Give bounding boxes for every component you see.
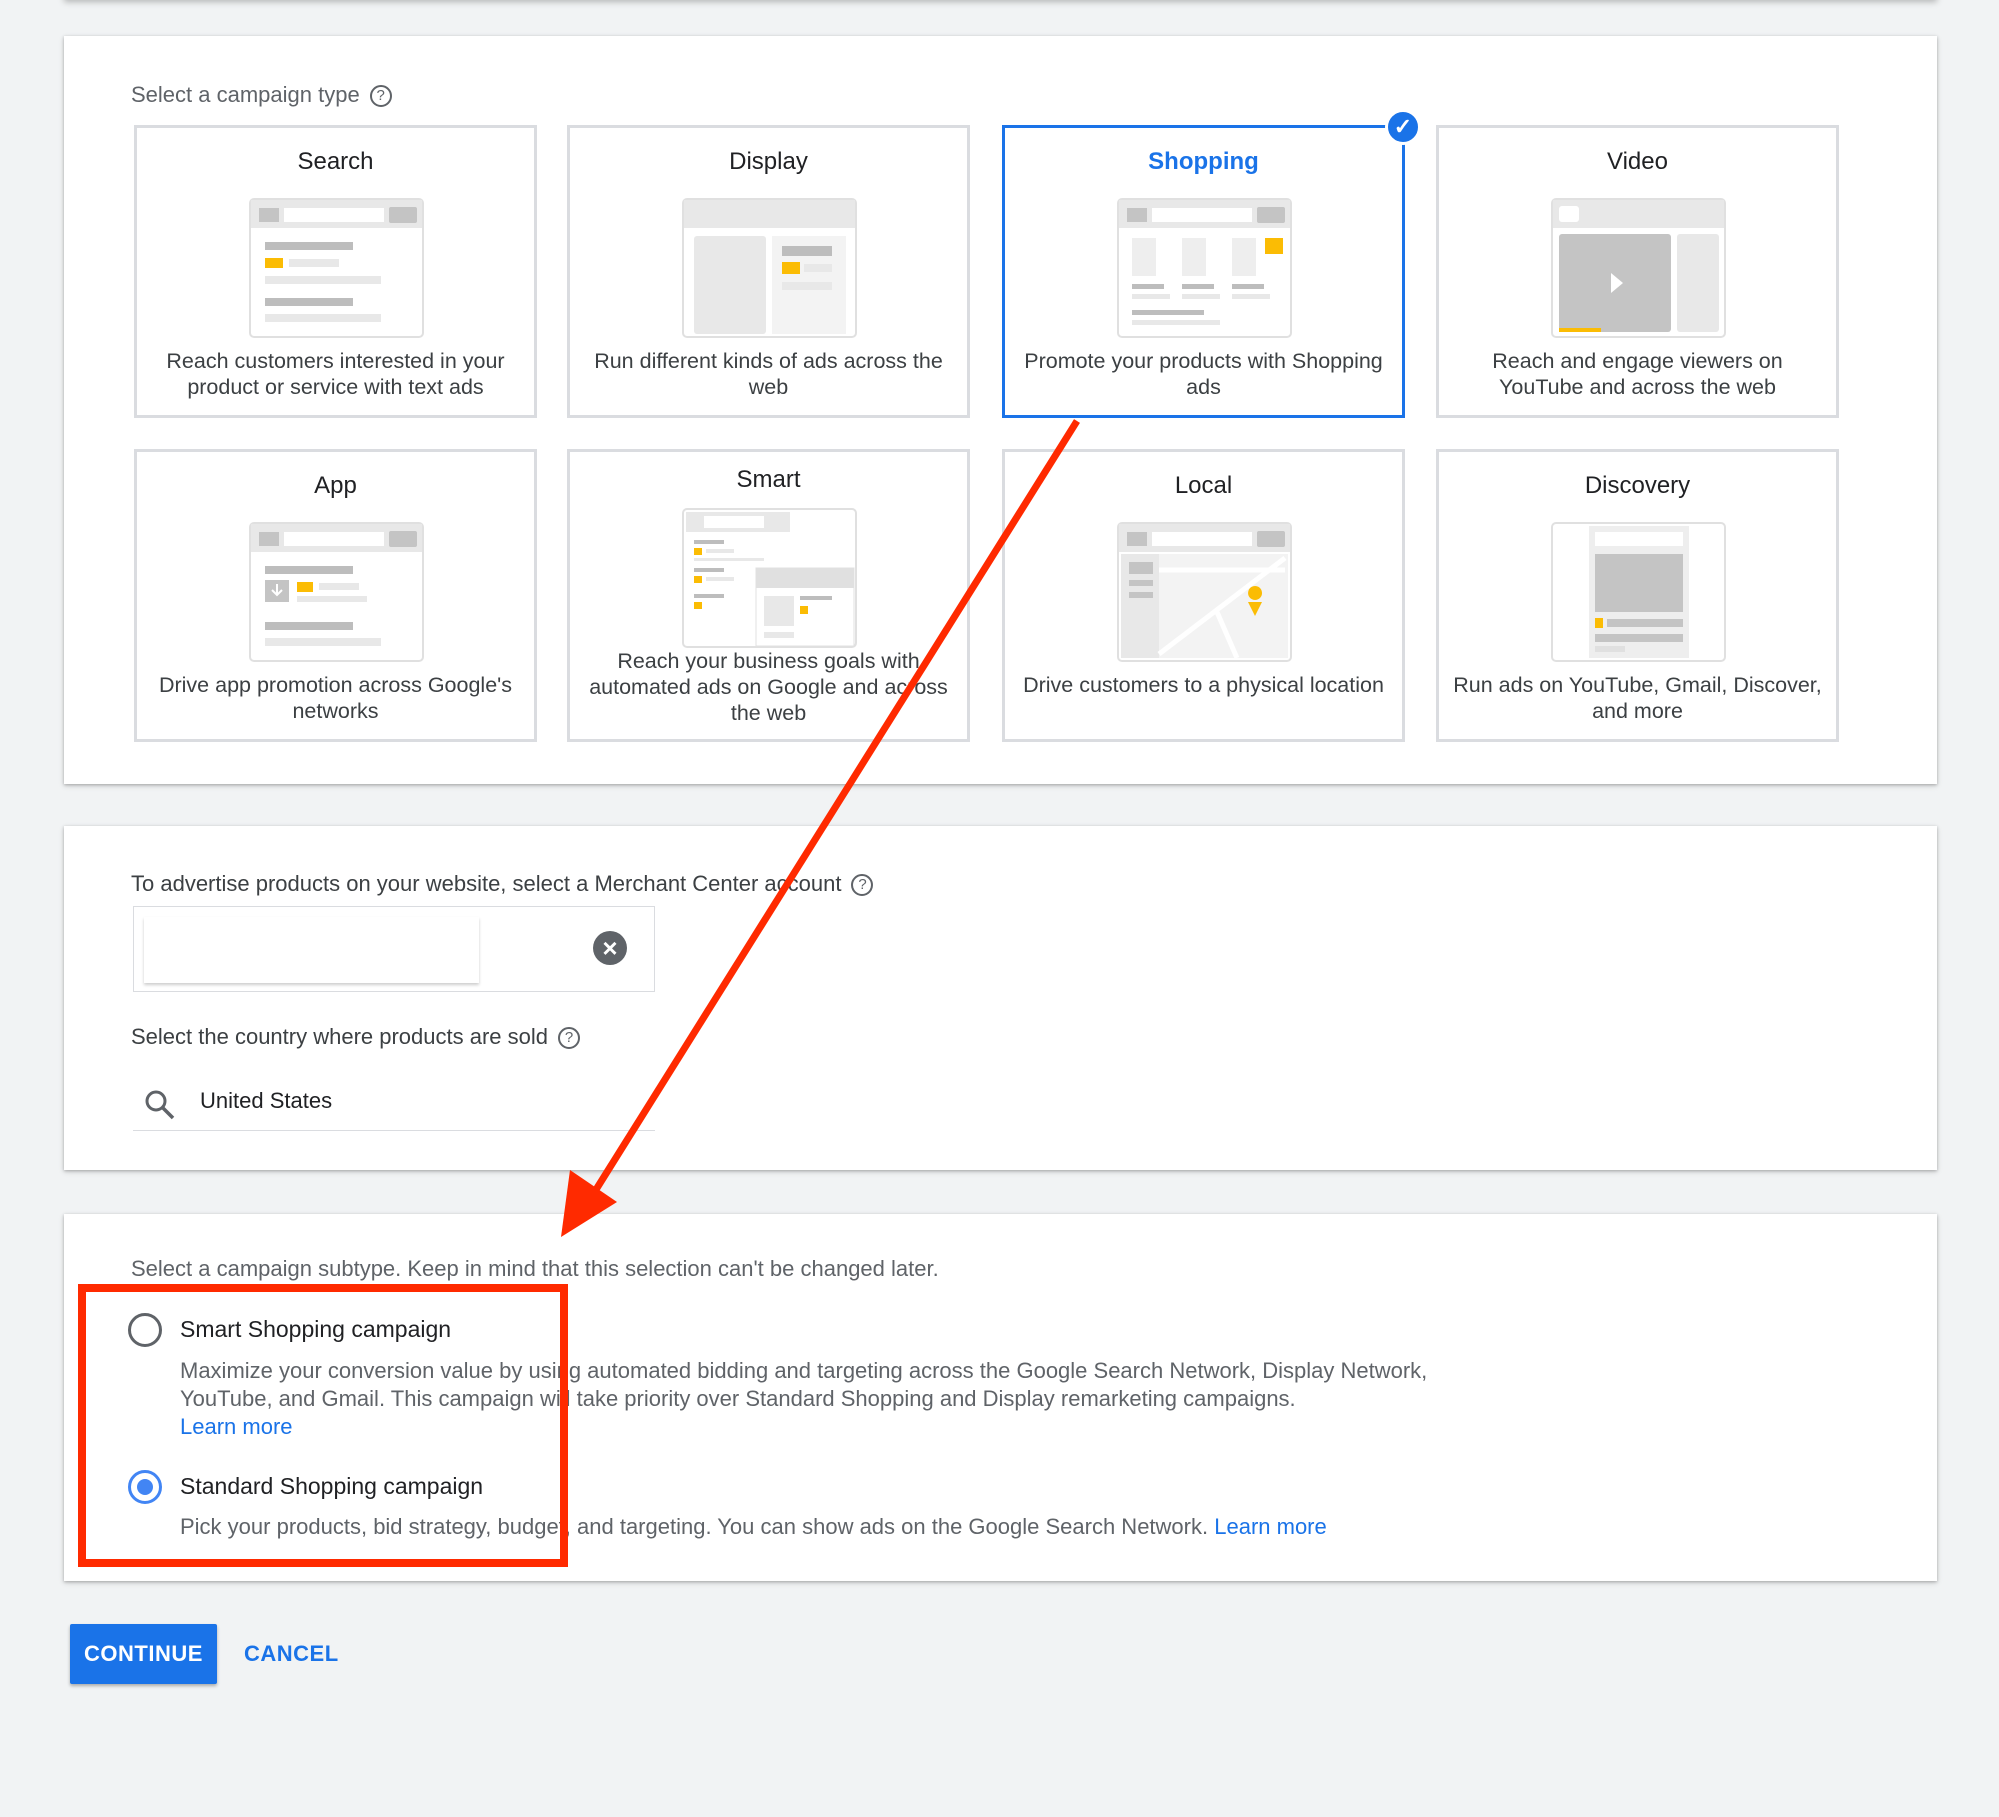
video-ad-illustration-icon: [1551, 198, 1726, 338]
search-ad-illustration-icon: [249, 198, 424, 338]
clear-icon[interactable]: ×: [593, 931, 627, 965]
selected-check-icon: ✓: [1385, 109, 1421, 145]
help-icon[interactable]: ?: [558, 1027, 581, 1049]
tile-description: Reach customers interested in your produ…: [166, 349, 505, 399]
merchant-account-select[interactable]: ×: [133, 906, 655, 992]
campaign-type-heading: Select a campaign type?: [131, 82, 392, 108]
tile-description: Promote your products with Shopping ads: [1024, 349, 1383, 399]
merchant-account-input[interactable]: [144, 917, 479, 983]
tile-description: Reach and engage viewers on YouTube and …: [1492, 349, 1783, 399]
tile-title: Video: [1607, 148, 1668, 175]
subtype-label: Select a campaign subtype. Keep in mind …: [131, 1256, 939, 1281]
tile-description: Drive app promotion across Google's netw…: [158, 673, 513, 723]
country-search-input[interactable]: United States: [133, 1080, 655, 1131]
help-icon[interactable]: ?: [851, 874, 874, 896]
search-icon: [145, 1090, 175, 1120]
continue-button[interactable]: CONTINUE: [70, 1624, 217, 1684]
tile-title: App: [314, 472, 357, 499]
tile-title: Discovery: [1584, 472, 1691, 499]
app-ad-illustration-icon: [249, 522, 424, 662]
display-ad-illustration-icon: [682, 198, 857, 338]
tile-description: Drive customers to a physical location: [1023, 673, 1384, 697]
tile-video[interactable]: Video Reach and engage viewers on YouTub…: [1436, 125, 1839, 418]
smart-shopping-radio[interactable]: [128, 1313, 162, 1347]
learn-more-link[interactable]: Learn more: [180, 1414, 293, 1439]
tile-app[interactable]: App Drive app promotion across Google's …: [134, 449, 537, 742]
learn-more-link[interactable]: Learn more: [1214, 1514, 1327, 1539]
tile-smart[interactable]: Smart Reach your business goals with aut…: [567, 449, 970, 742]
standard-shopping-radio[interactable]: [128, 1470, 162, 1504]
tile-local[interactable]: Local Drive customers to a physical loca…: [1002, 449, 1405, 742]
standard-shopping-label[interactable]: Standard Shopping campaign: [180, 1473, 483, 1500]
standard-shopping-description: Pick your products, bid strategy, budget…: [180, 1514, 1327, 1539]
tile-title: Smart: [736, 466, 801, 493]
tile-display[interactable]: Display Run different kinds of ads acros…: [567, 125, 970, 418]
country-value: United States: [200, 1088, 333, 1113]
merchant-label: To advertise products on your website, s…: [131, 871, 874, 897]
tile-description: Reach your business goals with automated…: [589, 649, 948, 725]
smart-shopping-label[interactable]: Smart Shopping campaign: [180, 1316, 451, 1343]
tile-title: Search: [297, 148, 374, 175]
help-icon[interactable]: ?: [369, 85, 392, 107]
local-ad-illustration-icon: [1117, 522, 1292, 662]
smart-shopping-description: Maximize your conversion value by using …: [180, 1358, 1428, 1439]
country-label: Select the country where products are so…: [131, 1024, 581, 1050]
tile-discovery[interactable]: Discovery Run ads on YouTube, Gmail, Dis…: [1436, 449, 1839, 742]
tile-shopping[interactable]: Shopping Promote your products with Shop…: [1002, 125, 1405, 418]
cancel-button[interactable]: CANCEL: [244, 1624, 339, 1684]
tile-title: Shopping: [1148, 148, 1259, 175]
tile-title: Display: [729, 148, 808, 175]
tile-description: Run different kinds of ads across the we…: [594, 349, 943, 399]
shopping-ad-illustration-icon: [1117, 198, 1292, 338]
discovery-ad-illustration-icon: [1551, 522, 1726, 662]
smart-ad-illustration-icon: [682, 508, 857, 648]
tile-search[interactable]: Search Reach customers interested in you…: [134, 125, 537, 418]
tile-description: Run ads on YouTube, Gmail, Discover, and…: [1453, 673, 1822, 723]
tile-title: Local: [1174, 472, 1233, 499]
